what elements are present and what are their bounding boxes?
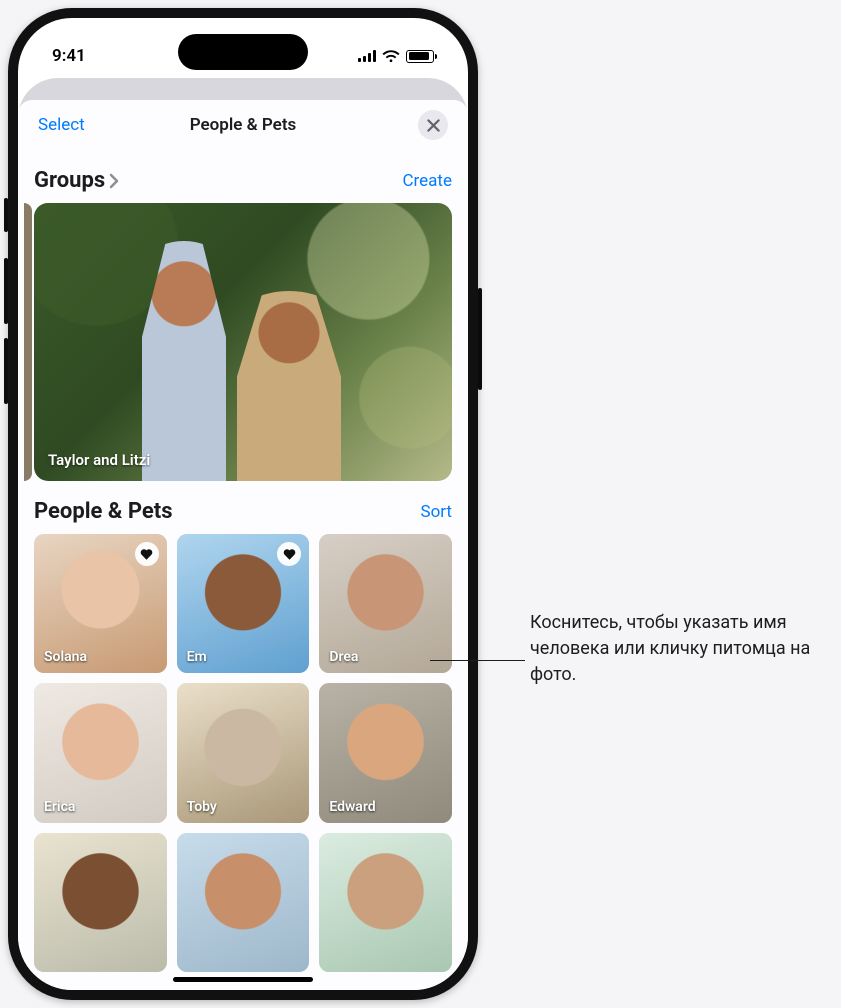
person-tile[interactable]: Em <box>177 534 310 673</box>
sort-button[interactable]: Sort <box>420 502 452 522</box>
groups-title[interactable]: Groups <box>34 168 120 193</box>
person-thumbnail <box>319 833 452 972</box>
person-tile[interactable]: Edward <box>319 683 452 822</box>
nav-title: People & Pets <box>18 115 468 135</box>
person-thumbnail <box>34 833 167 972</box>
groups-title-label: Groups <box>34 168 105 193</box>
person-tile[interactable]: Drea <box>319 534 452 673</box>
favorite-badge <box>135 542 159 566</box>
nav-bar: Select People & Pets <box>18 100 468 150</box>
person-tile[interactable] <box>319 833 452 972</box>
person-tile[interactable]: Erica <box>34 683 167 822</box>
callout-line <box>430 660 525 661</box>
sheet-content[interactable]: Groups Create Taylor and Litzi Peo <box>18 150 468 990</box>
people-header: People & Pets Sort <box>34 499 452 524</box>
status-time: 9:41 <box>52 46 86 66</box>
person-name: Toby <box>187 799 217 815</box>
create-button[interactable]: Create <box>402 171 452 191</box>
person-tile[interactable]: Toby <box>177 683 310 822</box>
person-name: Edward <box>329 799 375 815</box>
phone-screen: 9:41 Select People & Pets Groups <box>18 18 468 990</box>
select-button[interactable]: Select <box>38 115 85 135</box>
cellular-icon <box>358 50 376 62</box>
heart-icon <box>283 548 296 561</box>
person-tile[interactable] <box>34 833 167 972</box>
heart-icon <box>140 548 153 561</box>
group-card-label: Taylor and Litzi <box>48 451 150 469</box>
person-name: Solana <box>44 649 87 665</box>
person-tile[interactable]: Solana <box>34 534 167 673</box>
person-tile[interactable] <box>177 833 310 972</box>
people-pets-sheet: Select People & Pets Groups Create <box>18 100 468 990</box>
people-grid: Solana Em Drea Erica Toby Edward <box>34 534 452 972</box>
home-indicator[interactable] <box>173 977 313 982</box>
group-card[interactable]: Taylor and Litzi <box>34 203 452 481</box>
close-icon <box>427 119 440 132</box>
chevron-right-icon <box>109 173 120 189</box>
wifi-icon <box>382 50 400 63</box>
callout-text: Коснитесь, чтобы указать имя человека ил… <box>530 610 825 688</box>
phone-frame: 9:41 Select People & Pets Groups <box>8 8 478 1000</box>
people-title: People & Pets <box>34 499 173 524</box>
battery-icon <box>406 50 434 63</box>
person-name: Erica <box>44 799 75 815</box>
close-button[interactable] <box>418 110 448 140</box>
person-thumbnail <box>177 833 310 972</box>
groups-header: Groups Create <box>34 168 452 193</box>
dynamic-island <box>178 34 308 70</box>
person-name: Em <box>187 649 207 665</box>
person-name: Drea <box>329 649 358 665</box>
group-card-peek[interactable] <box>24 203 32 481</box>
status-right <box>358 50 434 63</box>
